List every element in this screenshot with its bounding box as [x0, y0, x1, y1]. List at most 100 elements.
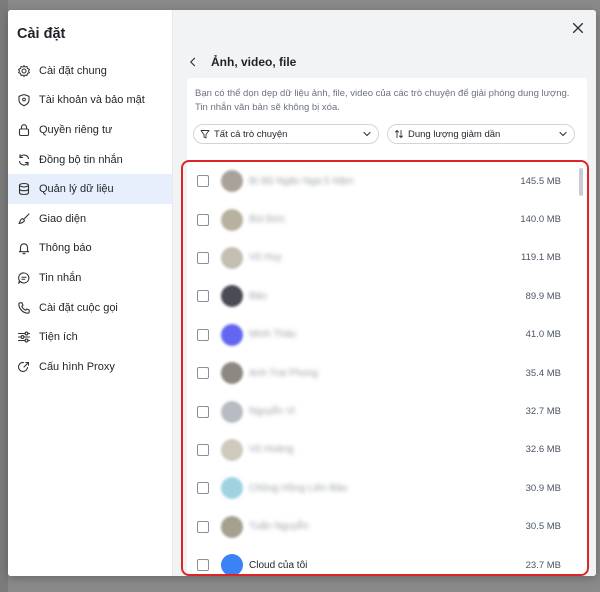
storage-size: 140.0 MB — [520, 214, 561, 226]
sort-icon — [394, 129, 404, 139]
sidebar-item-proxy[interactable]: Cấu hình Proxy — [8, 352, 172, 382]
row-checkbox[interactable] — [197, 405, 209, 418]
sort-label: Dung lượng giảm dần — [408, 128, 501, 140]
sidebar-item-chat[interactable]: Tin nhắn — [8, 263, 172, 293]
backdrop — [0, 0, 8, 592]
avatar — [221, 438, 243, 461]
storage-size: 145.5 MB — [520, 175, 561, 187]
content-card: Bạn có thể dọn dẹp dữ liệu ảnh, file, vi… — [181, 78, 589, 576]
conversation-name: Cloud của tôi — [249, 559, 308, 571]
conversation-filter-dropdown[interactable]: Tất cả trò chuyện — [193, 124, 379, 144]
sidebar-item-label: Quyền riêng tư — [39, 123, 113, 136]
close-icon — [572, 22, 584, 34]
sidebar-item-label: Quản lý dữ liệu — [39, 183, 114, 196]
sidebar-title: Cài đặt — [17, 26, 66, 42]
sync-icon — [17, 153, 31, 167]
avatar — [221, 246, 243, 269]
conversation-name: Bí Bộ Ngân Ngà 5 Năm — [249, 175, 354, 187]
sidebar-item-gear[interactable]: Cài đặt chung — [8, 56, 172, 86]
table-row[interactable]: Vũ Hoàng 32.6 MB — [183, 431, 575, 469]
storage-size: 23.7 MB — [525, 559, 561, 571]
sidebar-item-label: Cấu hình Proxy — [39, 360, 115, 373]
sidebar-item-sync[interactable]: Đồng bộ tin nhắn — [8, 145, 172, 175]
row-checkbox[interactable] — [197, 251, 209, 264]
list-scrollbar[interactable] — [579, 168, 583, 196]
avatar — [221, 515, 243, 538]
bell-icon — [17, 241, 31, 255]
phone-icon — [17, 301, 31, 315]
storage-size: 32.6 MB — [525, 444, 561, 456]
tools-icon — [17, 330, 31, 344]
proxy-icon — [17, 360, 31, 374]
description-text: Bạn có thể dọn dẹp dữ liệu ảnh, file, vi… — [195, 88, 570, 113]
sidebar-item-label: Cài đặt chung — [39, 64, 107, 77]
avatar — [221, 323, 243, 346]
conversation-name: Anh Trai Phong — [249, 367, 318, 379]
conversation-name: Bùi Đức — [249, 214, 286, 226]
row-checkbox[interactable] — [197, 175, 209, 188]
avatar — [221, 477, 243, 500]
table-row[interactable]: Minh Thảo 41.0 MB — [183, 316, 575, 354]
table-row[interactable]: Bí Bộ Ngân Ngà 5 Năm 145.5 MB — [183, 162, 575, 200]
storage-size: 89.9 MB — [525, 290, 561, 302]
storage-size: 30.9 MB — [525, 482, 561, 494]
brush-icon — [17, 212, 31, 226]
database-icon — [17, 182, 31, 196]
settings-sidebar: Cài đặt Cài đặt chung Tài khoản và bảo mậ… — [8, 10, 173, 576]
sidebar-item-label: Tin nhắn — [39, 271, 82, 284]
filter-icon — [200, 129, 210, 139]
close-button[interactable] — [570, 20, 586, 36]
table-row[interactable]: Cloud của tôi 23.7 MB — [183, 546, 575, 574]
lock-icon — [17, 123, 31, 137]
table-row[interactable]: Bùi Đức 140.0 MB — [183, 200, 575, 238]
sidebar-item-tools[interactable]: Tiện ích — [8, 322, 172, 352]
row-checkbox[interactable] — [197, 367, 209, 380]
avatar — [221, 362, 243, 385]
row-checkbox[interactable] — [197, 559, 209, 572]
sidebar-item-shield[interactable]: Tài khoản và bảo mật — [8, 86, 172, 116]
avatar — [221, 170, 243, 193]
sidebar-item-label: Cài đặt cuộc gọi — [39, 301, 118, 314]
avatar — [221, 208, 243, 231]
sidebar-item-label: Thông báo — [39, 242, 92, 255]
table-row[interactable]: Chồng Hồng Liên Bảo 30.9 MB — [183, 469, 575, 507]
sort-dropdown[interactable]: Dung lượng giảm dần — [387, 124, 575, 144]
chevron-left-icon — [190, 57, 196, 67]
sidebar-item-bell[interactable]: Thông báo — [8, 234, 172, 264]
settings-dialog: Cài đặt Cài đặt chung Tài khoản và bảo mậ… — [8, 10, 596, 576]
storage-size: 119.1 MB — [521, 252, 561, 264]
page-header: Ảnh, video, file — [187, 52, 296, 72]
row-checkbox[interactable] — [197, 482, 209, 495]
row-checkbox[interactable] — [197, 443, 209, 456]
sidebar-item-label: Đồng bộ tin nhắn — [39, 153, 123, 166]
sidebar-nav: Cài đặt chung Tài khoản và bảo mật Quyền r… — [8, 56, 172, 382]
sidebar-item-label: Giao diện — [39, 212, 87, 225]
storage-size: 30.5 MB — [525, 521, 561, 533]
chevron-down-icon — [558, 129, 568, 139]
sidebar-item-label: Tài khoản và bảo mật — [39, 94, 145, 107]
row-checkbox[interactable] — [197, 328, 209, 341]
sidebar-item-phone[interactable]: Cài đặt cuộc gọi — [8, 293, 172, 323]
chevron-down-icon — [362, 129, 372, 139]
shield-icon — [17, 93, 31, 107]
conversation-name: Minh Thảo — [249, 329, 297, 341]
row-checkbox[interactable] — [197, 290, 209, 303]
sidebar-item-database[interactable]: Quản lý dữ liệu — [8, 174, 172, 204]
data-management-panel: Ảnh, video, file Bạn có thể dọn dẹp dữ l… — [173, 10, 596, 576]
table-row[interactable]: Bảo 89.9 MB — [183, 277, 575, 315]
storage-size: 35.4 MB — [525, 367, 561, 379]
table-row[interactable]: Nguyễn Vi 32.7 MB — [183, 392, 575, 430]
table-row[interactable]: Tuấn Nguyễn 30.5 MB — [183, 508, 575, 546]
sidebar-item-lock[interactable]: Quyền riêng tư — [8, 115, 172, 145]
conversation-name: Nguyễn Vi — [249, 406, 295, 418]
avatar — [221, 400, 243, 423]
row-checkbox[interactable] — [197, 520, 209, 533]
table-row[interactable]: Anh Trai Phong 35.4 MB — [183, 354, 575, 392]
row-checkbox[interactable] — [197, 213, 209, 226]
conversation-list-frame: Bí Bộ Ngân Ngà 5 Năm 145.5 MB Bùi Đức 140.0… — [181, 160, 589, 576]
back-button[interactable] — [187, 54, 203, 70]
avatar — [221, 285, 243, 308]
table-row[interactable]: Vũ Huy 119.1 MB — [183, 239, 575, 277]
sidebar-item-brush[interactable]: Giao diện — [8, 204, 172, 234]
storage-size: 41.0 MB — [525, 329, 561, 341]
